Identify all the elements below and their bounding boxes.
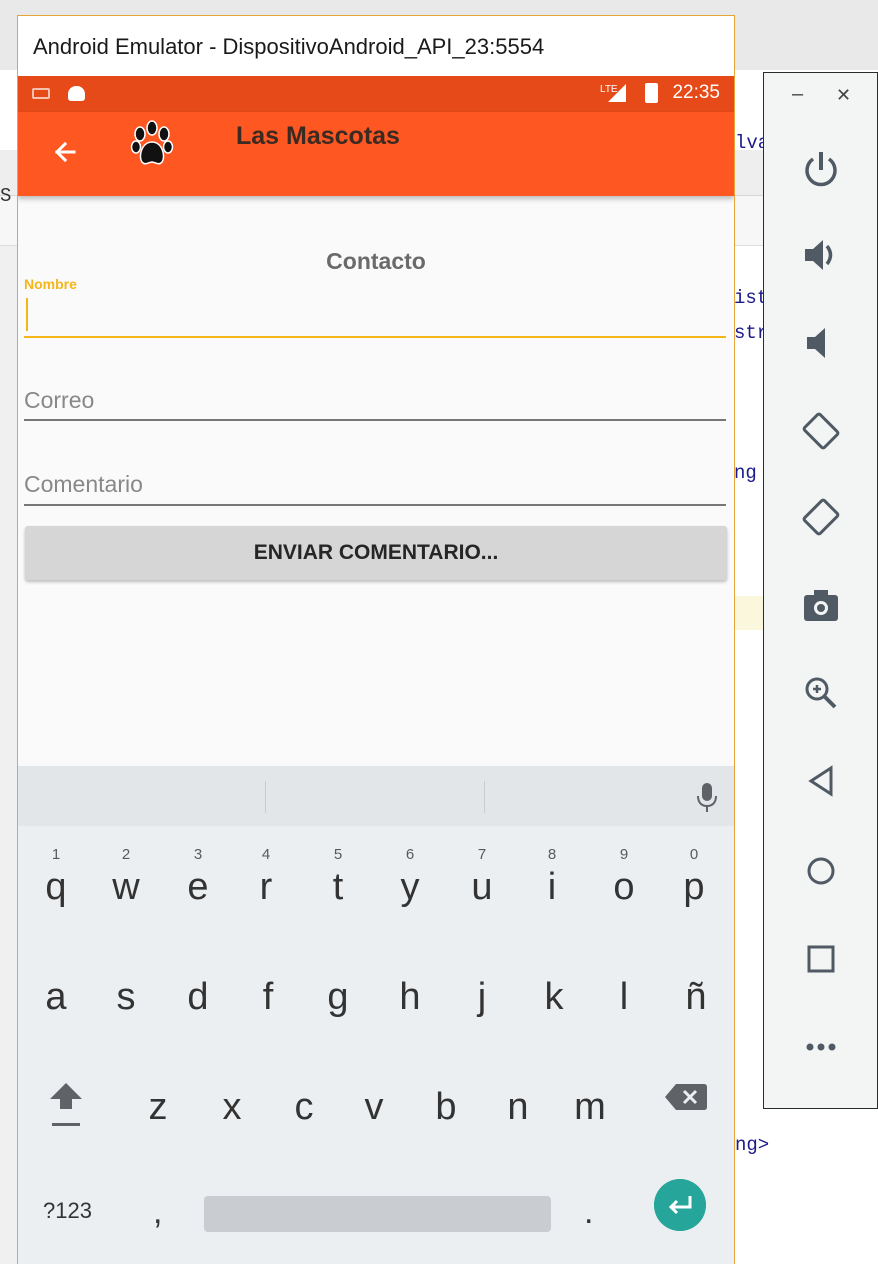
key-r[interactable]: 4r xyxy=(246,846,286,909)
period-key[interactable]: . xyxy=(584,1193,593,1232)
more-options-icon[interactable] xyxy=(799,1025,843,1069)
key-n[interactable]: n xyxy=(498,1086,538,1129)
key-l[interactable]: l xyxy=(604,976,644,1019)
enviar-comentario-button[interactable]: ENVIAR COMENTARIO... xyxy=(25,526,727,580)
window-title: Android Emulator - DispositivoAndroid_AP… xyxy=(33,34,545,59)
key-label: q xyxy=(45,866,67,908)
camera-icon[interactable] xyxy=(799,583,843,627)
key-h[interactable]: h xyxy=(390,976,430,1019)
device-screen: LTE 22:35 Las Mascotas Contacto Nombre C… xyxy=(18,76,734,1264)
key-label: o xyxy=(613,866,635,908)
key-b[interactable]: b xyxy=(426,1086,466,1129)
key-w[interactable]: 2w xyxy=(106,846,146,909)
keyboard-notification-icon xyxy=(32,88,50,99)
backspace-key-icon[interactable] xyxy=(664,1082,708,1112)
text-cursor xyxy=(26,298,28,331)
key-digit: 3 xyxy=(193,846,203,863)
key-d[interactable]: d xyxy=(178,976,218,1019)
power-icon[interactable] xyxy=(799,147,843,191)
key-p[interactable]: 0p xyxy=(674,846,714,909)
volume-up-icon[interactable] xyxy=(799,233,843,277)
key-v[interactable]: v xyxy=(354,1086,394,1129)
key-label: p xyxy=(683,866,705,908)
overview-nav-icon[interactable] xyxy=(799,937,843,981)
ide-code-fragment: S xyxy=(0,185,12,207)
correo-input[interactable] xyxy=(24,381,726,421)
battery-icon xyxy=(645,83,658,103)
key-e[interactable]: 3e xyxy=(178,846,218,909)
key-i[interactable]: 8i xyxy=(532,846,572,909)
key-label: w xyxy=(112,866,140,908)
key-label: t xyxy=(332,866,344,908)
key-digit: 6 xyxy=(405,846,415,863)
key-a[interactable]: a xyxy=(36,976,76,1019)
key-digit: 1 xyxy=(51,846,61,863)
ide-gutter xyxy=(0,246,18,1264)
toolbar-title: Las Mascotas xyxy=(236,122,400,150)
key-z[interactable]: z xyxy=(138,1086,178,1129)
key-digit: 8 xyxy=(547,846,557,863)
key-c[interactable]: c xyxy=(284,1086,324,1129)
comentario-input[interactable] xyxy=(24,464,726,506)
shift-key-icon[interactable] xyxy=(48,1081,84,1129)
key-y[interactable]: 6y xyxy=(390,846,430,909)
back-nav-icon[interactable] xyxy=(799,759,843,803)
key-j[interactable]: j xyxy=(462,976,502,1019)
ide-code-fragment: ng> xyxy=(735,1134,770,1156)
key-m[interactable]: m xyxy=(570,1086,610,1129)
rotate-right-icon[interactable] xyxy=(799,495,843,539)
key-digit: 4 xyxy=(261,846,271,863)
suggestion-strip xyxy=(18,766,734,826)
comma-key[interactable]: , xyxy=(153,1193,162,1232)
zoom-icon[interactable] xyxy=(799,671,843,715)
close-button[interactable]: ✕ xyxy=(836,85,851,106)
signal-icon xyxy=(608,84,626,102)
status-time: 22:35 xyxy=(672,82,720,103)
key-t[interactable]: 5t xyxy=(318,846,358,909)
space-key[interactable] xyxy=(204,1196,551,1232)
key-digit: 7 xyxy=(477,846,487,863)
rotate-left-icon[interactable] xyxy=(799,409,843,453)
status-bar: LTE 22:35 xyxy=(18,76,734,112)
paw-icon xyxy=(130,120,174,165)
key-label: r xyxy=(259,866,273,908)
ide-code-fragment: ng xyxy=(734,462,757,484)
microphone-icon[interactable] xyxy=(696,782,718,814)
key-k[interactable]: k xyxy=(534,976,574,1019)
key-label: e xyxy=(187,866,209,908)
key-f[interactable]: f xyxy=(248,976,288,1019)
key-x[interactable]: x xyxy=(212,1086,252,1129)
emulator-window: Android Emulator - DispositivoAndroid_AP… xyxy=(17,15,735,1264)
key-q[interactable]: 1q xyxy=(36,846,76,909)
key-digit: 0 xyxy=(689,846,699,863)
android-notification-icon xyxy=(68,86,85,101)
suggestion-divider xyxy=(484,781,485,813)
minimize-button[interactable]: – xyxy=(792,83,803,106)
key-label: y xyxy=(400,866,420,908)
symbols-key[interactable]: ?123 xyxy=(43,1198,92,1224)
enter-key-icon[interactable] xyxy=(654,1179,706,1231)
key-ñ[interactable]: ñ xyxy=(676,976,716,1019)
emulator-titlebar[interactable]: Android Emulator - DispositivoAndroid_AP… xyxy=(18,16,734,76)
key-g[interactable]: g xyxy=(318,976,358,1019)
volume-down-icon[interactable] xyxy=(799,321,843,365)
page-title: Contacto xyxy=(326,248,426,274)
nombre-input[interactable] xyxy=(24,298,726,338)
key-u[interactable]: 7u xyxy=(462,846,502,909)
home-nav-icon[interactable] xyxy=(799,849,843,893)
nombre-label: Nombre xyxy=(24,276,77,292)
app-toolbar: Las Mascotas xyxy=(18,112,734,196)
key-s[interactable]: s xyxy=(106,976,146,1019)
key-digit: 9 xyxy=(619,846,629,863)
back-arrow-icon[interactable] xyxy=(46,132,86,172)
suggestion-divider xyxy=(265,781,266,813)
key-label: i xyxy=(547,866,557,908)
key-label: u xyxy=(471,866,493,908)
key-o[interactable]: 9o xyxy=(604,846,644,909)
key-digit: 2 xyxy=(121,846,131,863)
key-digit: 5 xyxy=(333,846,343,863)
emulator-side-toolbar: – ✕ xyxy=(763,72,878,1109)
